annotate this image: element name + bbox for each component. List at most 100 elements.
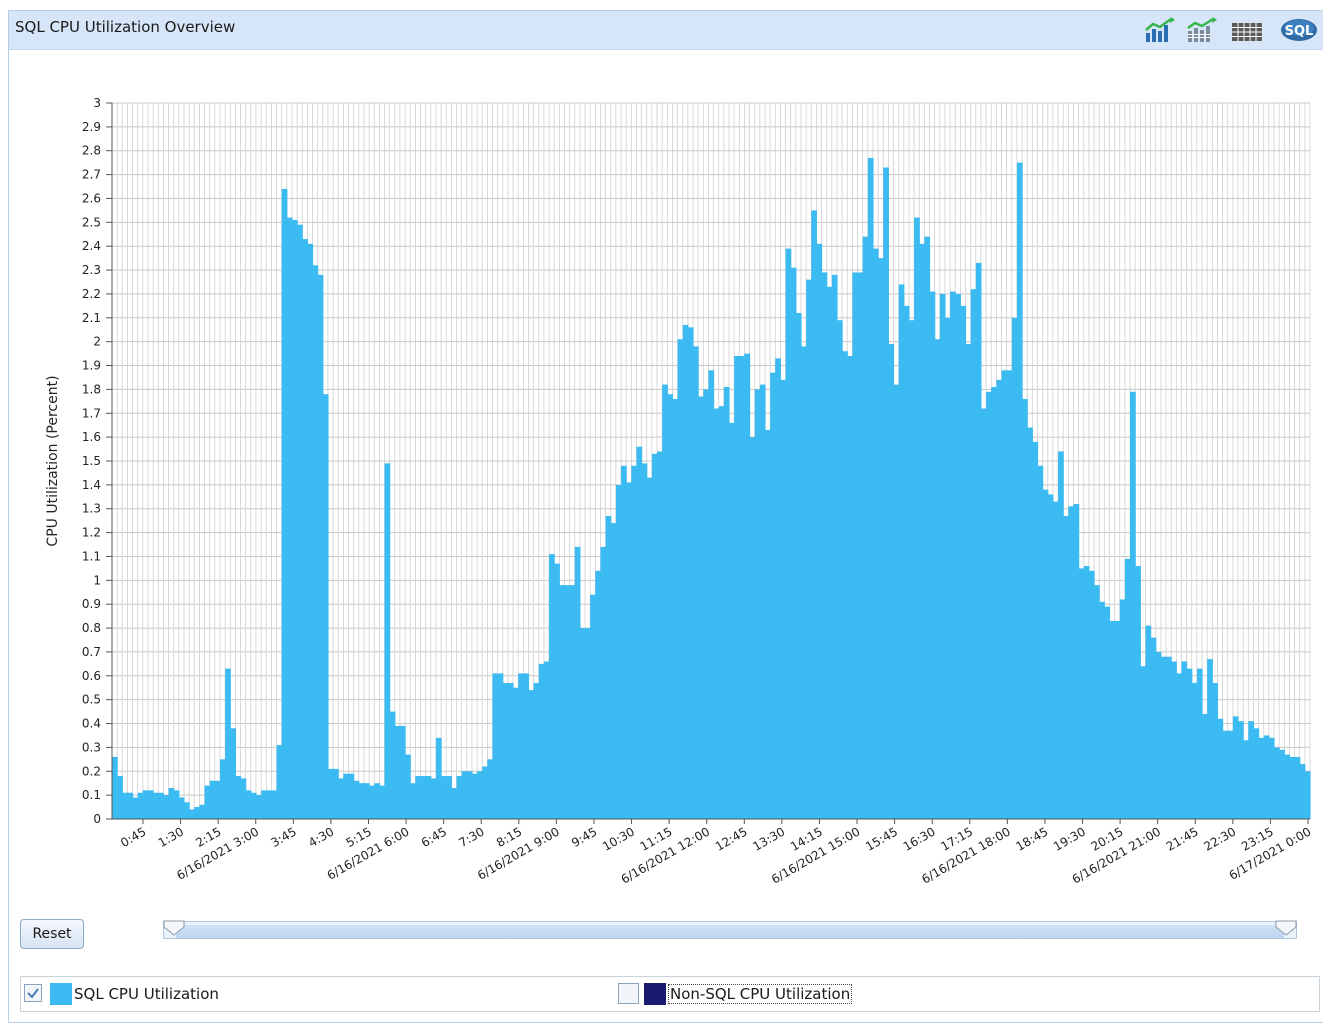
x-tick-label: 15:45 <box>863 824 900 853</box>
bar <box>718 406 725 819</box>
bar <box>1104 606 1111 819</box>
bar <box>1268 737 1275 819</box>
x-tick-label: 7:30 <box>456 824 486 850</box>
bar <box>245 790 252 819</box>
bar <box>770 372 776 819</box>
bar <box>944 317 951 819</box>
y-tick-label: 1.2 <box>82 526 101 540</box>
bar <box>749 437 756 819</box>
bar <box>1119 599 1126 819</box>
bar <box>667 394 674 819</box>
bar <box>1022 398 1028 819</box>
y-tick-label: 0.8 <box>82 621 101 635</box>
bar <box>785 248 792 819</box>
y-axis-label: CPU Utilization (Percent) <box>45 375 61 546</box>
bar <box>1063 515 1069 819</box>
bar <box>348 773 355 819</box>
bar <box>662 384 668 819</box>
bar <box>142 790 149 819</box>
bar <box>183 802 190 819</box>
bar <box>471 773 478 819</box>
bar <box>240 778 247 819</box>
bar <box>497 673 504 819</box>
y-tick-label: 2.5 <box>82 215 101 229</box>
bar <box>852 272 859 819</box>
bar <box>713 408 720 819</box>
bar <box>286 217 293 819</box>
y-tick-label: 1.1 <box>82 549 101 563</box>
x-tick-label: 10:30 <box>600 824 637 853</box>
bar <box>924 236 931 820</box>
y-tick-label: 1.3 <box>82 502 101 516</box>
bar <box>266 790 272 819</box>
range-slider-left-handle[interactable] <box>163 920 185 938</box>
bar <box>1052 501 1059 819</box>
bar <box>132 797 139 819</box>
bar <box>703 389 710 819</box>
y-tick-label: 2.2 <box>82 287 101 301</box>
bar <box>302 239 308 820</box>
bar <box>759 384 766 819</box>
bar <box>1124 558 1131 819</box>
bar <box>965 344 972 819</box>
bar <box>394 725 401 819</box>
y-tick-label: 1.6 <box>82 430 101 444</box>
bar <box>867 157 874 820</box>
bar <box>800 346 807 819</box>
bar <box>1217 718 1224 819</box>
bar <box>1166 656 1172 819</box>
bar <box>189 809 195 819</box>
bar <box>430 778 437 819</box>
bar <box>1248 721 1255 819</box>
bar <box>477 771 483 819</box>
range-slider-selection[interactable] <box>176 925 1284 938</box>
bar <box>461 771 468 819</box>
bar <box>384 463 391 819</box>
bar <box>507 682 514 819</box>
bar <box>1299 764 1306 819</box>
bar <box>883 167 889 819</box>
y-tick-label: 3 <box>93 96 101 110</box>
range-slider[interactable] <box>163 920 1297 939</box>
legend-checkbox-sql-cpu[interactable] <box>24 984 42 1002</box>
bar <box>1279 749 1285 819</box>
range-slider-right-handle[interactable] <box>1275 920 1297 938</box>
bar <box>271 790 278 819</box>
bar <box>790 267 797 819</box>
reset-button[interactable]: Reset <box>20 919 84 949</box>
bar <box>255 795 262 819</box>
y-tick-label: 0.1 <box>82 788 101 802</box>
bar <box>1191 682 1198 819</box>
x-tick-label: 6:45 <box>419 824 449 850</box>
bar <box>626 482 632 819</box>
bar <box>1150 637 1157 819</box>
y-tick-label: 0.6 <box>82 669 101 683</box>
bar <box>446 776 452 819</box>
bar <box>929 291 936 820</box>
bar <box>1196 668 1203 819</box>
bar <box>919 243 925 819</box>
bar <box>219 759 226 819</box>
bar <box>353 780 360 819</box>
bar <box>816 243 823 819</box>
legend-checkbox-non-sql-cpu[interactable] <box>618 983 639 1004</box>
bar <box>199 804 206 819</box>
bar <box>754 389 761 819</box>
bar <box>847 355 853 819</box>
bar <box>693 346 699 819</box>
bar <box>1227 730 1234 819</box>
bar <box>122 792 129 819</box>
bar <box>230 728 236 819</box>
bar <box>466 771 473 819</box>
bar <box>487 759 494 819</box>
bar <box>585 628 591 819</box>
bar <box>708 370 715 819</box>
bar <box>178 797 185 819</box>
x-tick-label: 18:45 <box>1013 824 1050 853</box>
bar <box>1078 568 1085 819</box>
bar <box>564 585 571 819</box>
bar <box>893 384 900 819</box>
bar <box>168 787 175 819</box>
y-tick-label: 0.3 <box>82 740 101 754</box>
bar <box>991 387 997 819</box>
